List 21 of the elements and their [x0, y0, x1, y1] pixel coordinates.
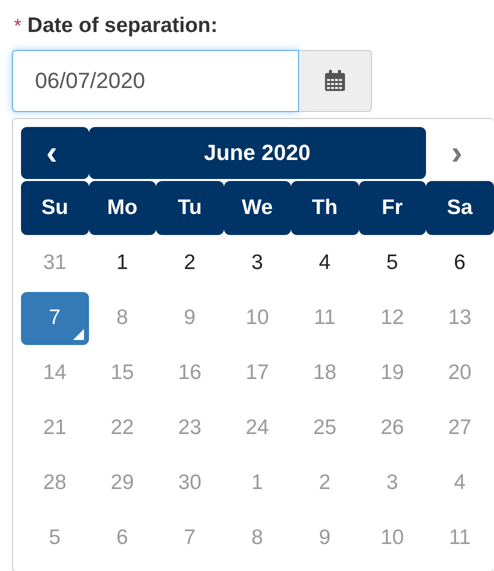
day-cell[interactable]: 2: [156, 236, 224, 290]
day-cell[interactable]: 3: [224, 236, 291, 290]
weekday-header: Sa: [426, 180, 494, 234]
required-mark: *: [14, 15, 22, 39]
day-cell[interactable]: 5: [358, 236, 426, 290]
prev-month-button[interactable]: ‹: [21, 126, 88, 178]
day-cell[interactable]: 7: [21, 292, 88, 344]
calendar-icon: [324, 70, 346, 92]
weekday-header: Th: [291, 180, 358, 234]
day-cell[interactable]: 6: [426, 236, 494, 290]
field-label: Date of separation:: [27, 13, 218, 39]
month-title[interactable]: June 2020: [88, 126, 426, 178]
date-field[interactable]: 06/07/2020: [12, 50, 299, 112]
weekday-header: Fr: [358, 180, 426, 234]
weekday-header: Tu: [156, 180, 224, 234]
calendar-button[interactable]: [299, 50, 372, 112]
day-cell[interactable]: 4: [291, 236, 358, 290]
weekday-header: Su: [21, 180, 88, 234]
day-cell[interactable]: 1: [88, 236, 156, 290]
weekday-header: We: [224, 180, 291, 234]
weekday-header: Mo: [88, 180, 156, 234]
